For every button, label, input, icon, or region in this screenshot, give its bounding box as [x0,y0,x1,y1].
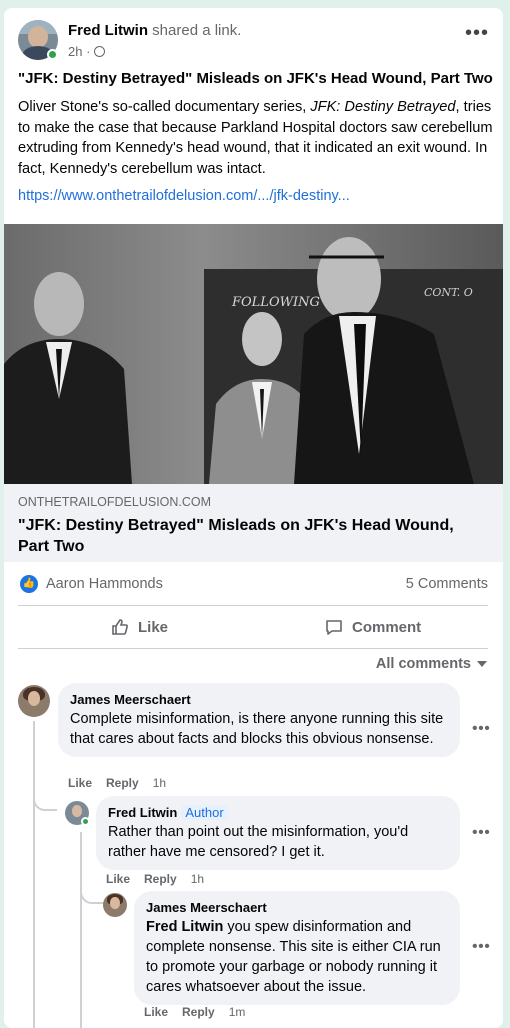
post-body-text: Oliver Stone's so-called documentary ser… [18,99,311,115]
comment-time[interactable]: 1h [153,776,166,790]
comment-like-button[interactable]: Like [68,776,92,790]
comment-actions: Like Reply 1h [68,776,166,790]
post-action-text: shared a link. [152,22,242,39]
post-meta: 2h · [68,44,106,59]
post-body-italic: JFK: Destiny Betrayed [310,99,456,115]
post-author-name[interactable]: Fred Litwin [68,22,148,39]
comment-actions: Like Reply 1h [106,872,204,886]
comment-options-icon[interactable]: ••• [472,720,490,738]
thumbs-up-icon [112,619,128,635]
post-link[interactable]: https://www.onthetrailofdelusion.com/...… [18,188,350,204]
like-reaction-icon[interactable]: 👍 [20,575,38,593]
speech-bubble-icon [326,620,342,635]
commenter-name[interactable]: James Meerschaert [146,899,448,917]
comment-button-label: Comment [352,618,422,636]
chalkboard-text: FOLLOWING [231,295,320,310]
commenter-name[interactable]: James Meerschaert [70,691,448,709]
like-button[interactable]: Like [110,610,168,644]
comment-like-button[interactable]: Like [106,872,130,886]
comment-bubble: James Meerschaert Complete misinformatio… [58,683,460,757]
link-domain: ONTHETRAILOFDELUSION.COM [18,495,212,509]
more-options-icon[interactable]: ••• [465,23,489,43]
post-body: Oliver Stone's so-called documentary ser… [18,97,494,179]
post-card: Fred Litwin shared a link. 2h · ••• "JFK… [4,8,503,1028]
chevron-down-icon [477,661,487,667]
action-bar: Like Comment [18,610,488,644]
comment-reply-button[interactable]: Reply [182,1005,215,1019]
link-preview-image[interactable]: FOLLOWING CONT. O [4,224,503,484]
link-preview[interactable]: ONTHETRAILOFDELUSION.COM "JFK: Destiny B… [4,484,503,562]
globe-icon [94,46,106,57]
commenter-avatar[interactable] [103,893,127,917]
thread-line [80,832,82,1028]
comment-button[interactable]: Comment [324,610,421,644]
divider [18,648,488,649]
post-time[interactable]: 2h · [68,44,90,59]
thread-connector [33,791,57,811]
author-badge: Author [181,805,228,820]
thread-connector [80,884,104,904]
comment-options-icon[interactable]: ••• [472,824,490,842]
comment-count[interactable]: 5 Comments [406,576,488,592]
chalkboard-text-2: CONT. O [424,286,473,299]
commenter-name-line: Fred Litwin Author [108,804,448,822]
like-button-label: Like [138,618,169,636]
comment-options-icon[interactable]: ••• [472,938,490,956]
post-title: "JFK: Destiny Betrayed" Misleads on JFK'… [18,70,493,87]
comment-text: Rather than point out the misinformation… [108,824,409,860]
divider [18,605,488,606]
comment-text: Complete misinformation, is there anyone… [70,711,444,747]
comment-reply-button[interactable]: Reply [144,872,177,886]
thread-line [33,721,35,1028]
comment-time[interactable]: 1h [191,872,204,886]
link-title: "JFK: Destiny Betrayed" Misleads on JFK'… [18,517,454,555]
comments-filter-dropdown[interactable]: All comments [376,656,487,672]
post-header: Fred Litwin shared a link. 2h · [18,20,488,64]
comment-like-button[interactable]: Like [144,1005,168,1019]
commenter-name[interactable]: Fred Litwin [108,805,177,820]
reactions-bar: 👍 Aaron Hammonds 5 Comments [18,571,488,597]
comments-filter-label: All comments [375,656,471,672]
comment-text-block: Fred Litwin you spew disinformation and … [146,917,448,997]
online-status-dot [47,49,58,60]
online-status-dot [81,817,90,826]
comment-actions: Like Reply 1m [144,1005,245,1019]
mention-link[interactable]: Fred Litwin [146,919,223,935]
comment-time[interactable]: 1m [229,1005,246,1019]
post-author-line: Fred Litwin shared a link. [68,22,241,39]
comment-bubble: Fred Litwin Author Rather than point out … [96,796,460,870]
commenter-avatar[interactable] [18,685,50,717]
comment-bubble: James Meerschaert Fred Litwin you spew d… [134,891,460,1005]
comment-reply-button[interactable]: Reply [106,776,139,790]
reactors-name[interactable]: Aaron Hammonds [46,576,163,592]
